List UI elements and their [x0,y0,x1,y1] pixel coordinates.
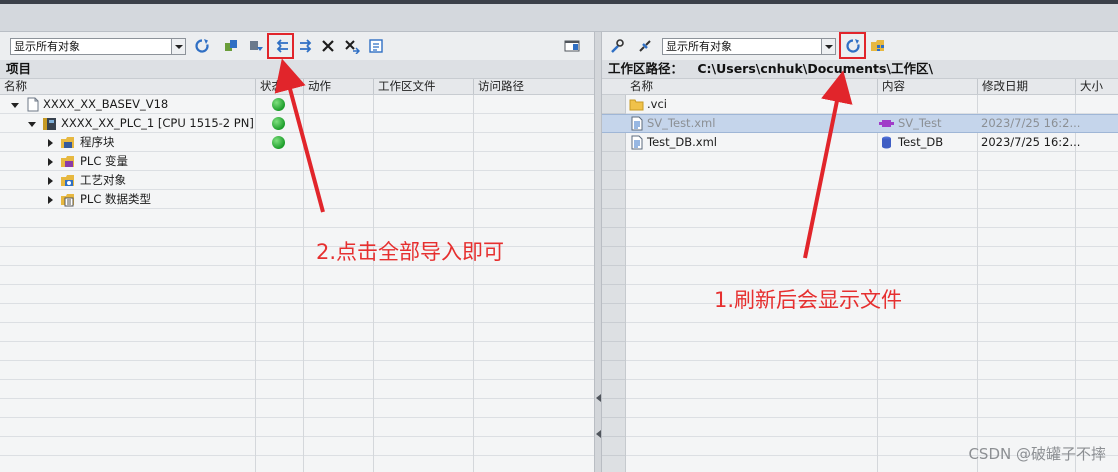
delete-icon[interactable] [318,37,338,55]
plc-datatypes-icon [61,194,74,207]
file-row-test-db[interactable]: Test_DB.xml Test_DB 2023/7/25 16:2... [626,133,1118,152]
tree-label: XXXX_XX_BASEV_V18 [43,97,169,111]
connect-icon[interactable] [635,37,655,55]
project-toolbar: 显示所有对象 [0,32,594,60]
annotation-step2: 2.点击全部导入即可 [316,240,505,264]
plc-tags-icon [61,156,74,167]
status-ok-icon [272,136,285,149]
workspace-path-value: C:\Users\cnhuk\Documents\工作区\ [697,61,934,76]
program-blocks-icon [61,137,74,148]
project-column-header: 名称 状态 动作 工作区文件 访问路径 [0,78,594,95]
file-content: Test_DB [898,135,944,149]
grid-divider [473,95,474,472]
tree-label: 程序块 [80,135,115,149]
workspace-tool-icon[interactable] [607,37,627,55]
settings-icon[interactable] [366,37,386,55]
panel-layout-icon[interactable] [562,37,582,55]
tree-label: PLC 数据类型 [80,192,152,206]
tree-row-tech-objects[interactable]: 工艺对象 [0,171,256,190]
column-modified-date[interactable]: 修改日期 [978,79,1076,94]
technology-objects-icon [61,175,74,186]
expand-arrow-icon[interactable] [48,139,53,147]
file-row-vci[interactable]: .vci [626,95,1118,114]
grid-divider [373,95,374,472]
column-name[interactable]: 名称 [0,79,256,94]
collapse-arrow-icon[interactable] [28,122,36,127]
workspace-toolbar: 显示所有对象 [602,32,1118,60]
database-icon [882,136,891,149]
expand-arrow-icon[interactable] [48,196,53,204]
pane-splitter[interactable] [594,32,602,472]
column-content[interactable]: 内容 [878,79,978,94]
plc-device-icon [43,118,56,130]
title-strip [0,4,1118,32]
xml-file-icon [631,116,643,131]
column-access-path[interactable]: 访问路径 [474,79,594,94]
project-pane: 显示所有对象 项目 名称 状态 动作 工作区文件 访问路径 XXXX_XX_BA… [0,32,594,472]
folder-icon [629,99,644,111]
workspace-path-header: 工作区路径： C:\Users\cnhuk\Documents\工作区\ [602,60,1118,78]
project-filter-value: 显示所有对象 [14,40,80,53]
sync-icon[interactable] [246,37,266,55]
tree-label: XXXX_XX_PLC_1 [CPU 1515-2 PN] [61,116,254,130]
collapse-left-icon[interactable] [596,394,601,402]
file-date: 2023/7/25 16:2... [981,135,1081,149]
import-all-highlight [267,33,294,59]
workspace-filter-select[interactable]: 显示所有对象 [662,38,836,55]
workspace-pane: 显示所有对象 工作区路径： C:\Users\cnhuk\Documents\工… [602,32,1118,472]
tree-row-plc[interactable]: XXXX_XX_PLC_1 [CPU 1515-2 PN] [0,114,256,133]
tree-row-plc-tags[interactable]: PLC 变量 [0,152,256,171]
tree-label: 工艺对象 [80,173,126,187]
file-name: .vci [647,97,667,111]
file-row-sv-test[interactable]: SV_Test.xml SV_Test 2023/7/25 16:2... [626,114,1118,133]
column-action[interactable]: 动作 [304,79,374,94]
watermark: CSDN @破罐子不摔 [968,445,1106,463]
workspace-column-header: 名称 内容 修改日期 大小 [602,78,1118,95]
datatype-content-icon [879,120,894,127]
tree-label: PLC 变量 [80,154,129,168]
tree-row-program-blocks[interactable]: 程序块 [0,133,256,152]
tree-row-plc-datatypes[interactable]: PLC 数据类型 [0,190,256,209]
expand-arrow-icon[interactable] [48,158,53,166]
file-content: SV_Test [898,116,942,130]
tree-row-project[interactable]: XXXX_XX_BASEV_V18 [0,95,256,114]
status-ok-icon [272,117,285,130]
column-status[interactable]: 状态 [256,79,304,94]
refresh-highlight [839,32,866,59]
column-size[interactable]: 大小 [1076,79,1118,94]
row-gutter [602,95,626,472]
project-filter-select[interactable]: 显示所有对象 [10,38,186,55]
chevron-down-icon[interactable] [821,39,835,54]
expand-arrow-icon[interactable] [48,177,53,185]
file-date: 2023/7/25 16:2... [981,116,1081,130]
collapse-left-icon[interactable] [596,430,601,438]
status-ok-icon [272,98,285,111]
project-file-icon [27,97,39,112]
workspace-path-label: 工作区路径： [608,61,684,76]
chevron-down-icon[interactable] [171,39,185,54]
workspace-filter-value: 显示所有对象 [666,40,732,53]
open-folder-icon[interactable] [868,37,888,55]
grid-divider [303,95,304,472]
xml-file-icon [631,135,643,150]
export-all-icon[interactable] [296,37,316,55]
clear-action-icon[interactable] [342,37,362,55]
column-name[interactable]: 名称 [626,79,878,94]
column-workspace-file[interactable]: 工作区文件 [374,79,474,94]
annotation-step1: 1.刷新后会显示文件 [714,288,903,312]
refresh-icon[interactable] [192,37,212,55]
project-header: 项目 [0,60,594,78]
collapse-arrow-icon[interactable] [11,103,19,108]
file-name: SV_Test.xml [647,116,716,130]
compare-icon[interactable] [221,37,241,55]
file-name: Test_DB.xml [647,135,717,149]
